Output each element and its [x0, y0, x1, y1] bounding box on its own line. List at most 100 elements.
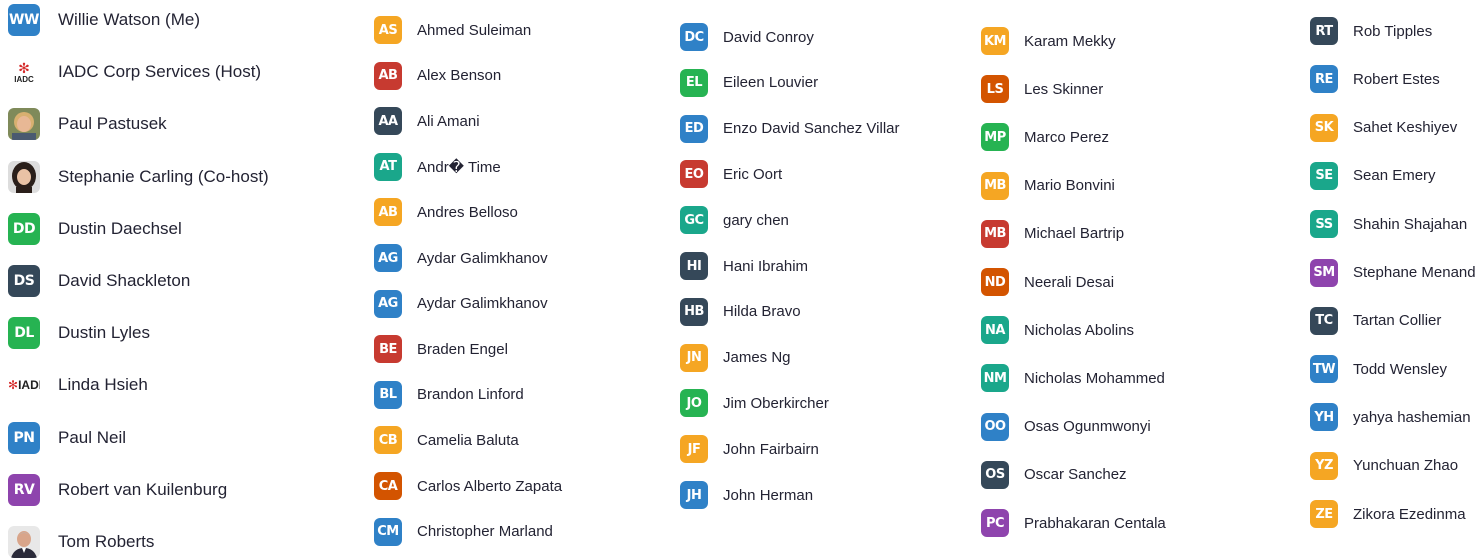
- participant-row[interactable]: KM Karam Mekky: [981, 27, 1116, 55]
- participant-row[interactable]: SK Sahet Keshiyev: [1310, 113, 1457, 142]
- participant-row[interactable]: MB Michael Bartrip: [981, 219, 1125, 248]
- participant-row[interactable]: AB Andres Belloso: [374, 198, 518, 227]
- participant-row[interactable]: SS Shahin Shajahan: [1310, 210, 1468, 239]
- participant-row[interactable]: YH yahya hashemian: [1310, 403, 1471, 432]
- participant-name: Dustin Lyles: [58, 323, 150, 343]
- participant-row[interactable]: NM Nicholas Mohammed: [981, 364, 1165, 393]
- participant-row[interactable]: ZE Zikora Ezedinma: [1310, 500, 1466, 528]
- participant-name: Aydar Galimkhanov: [417, 249, 548, 267]
- participant-row[interactable]: RV Robert van Kuilenburg: [8, 473, 228, 506]
- participant-row[interactable]: CM Christopher Marland: [374, 517, 553, 546]
- participant-name: Les Skinner: [1024, 80, 1104, 98]
- avatar-initials: SE: [1310, 161, 1338, 190]
- participant-row[interactable]: DD Dustin Daechsel: [8, 212, 182, 245]
- avatar-initials: YH: [1310, 403, 1338, 432]
- avatar-initials: JF: [680, 435, 708, 464]
- avatar-initials: TC: [1310, 306, 1338, 335]
- participant-row[interactable]: PN Paul Neil: [8, 421, 126, 454]
- avatar-initials: AS: [374, 16, 402, 44]
- participant-name: Shahin Shajahan: [1353, 215, 1468, 233]
- participant-name: Christopher Marland: [417, 523, 553, 541]
- participant-row[interactable]: CA Carlos Alberto Zapata: [374, 472, 562, 500]
- participant-row[interactable]: ✻ IADC IADC Corp Services (Host): [8, 56, 261, 88]
- participant-row[interactable]: AT Andr� Time: [374, 152, 501, 181]
- participant-row[interactable]: SM Stephane Menand: [1310, 258, 1476, 287]
- participant-row[interactable]: SE Sean Emery: [1310, 161, 1436, 190]
- participant-row[interactable]: ✻ IADI Linda Hsieh: [8, 369, 148, 401]
- participant-name: James Ng: [723, 349, 791, 367]
- participant-row[interactable]: MB Mario Bonvini: [981, 171, 1115, 200]
- participant-row[interactable]: OS Oscar Sanchez: [981, 460, 1127, 489]
- avatar-initials: JO: [680, 389, 708, 418]
- participant-row[interactable]: MP Marco Perez: [981, 123, 1110, 152]
- participant-name: Michael Bartrip: [1024, 225, 1125, 243]
- participant-row[interactable]: JF John Fairbairn: [680, 435, 819, 464]
- participant-row[interactable]: Stephanie Carling (Co-host): [8, 160, 269, 193]
- participant-name: Tartan Collier: [1353, 312, 1442, 330]
- participant-name: Marco Perez: [1024, 128, 1110, 146]
- participant-row[interactable]: BL Brandon Linford: [374, 380, 524, 409]
- participant-row[interactable]: TC Tartan Collier: [1310, 306, 1442, 335]
- participant-name: Stephanie Carling (Co-host): [58, 166, 269, 186]
- avatar-initials: EL: [680, 68, 708, 97]
- participant-row[interactable]: ED Enzo David Sanchez Villar: [680, 114, 899, 143]
- participant-name: Robert van Kuilenburg: [58, 479, 228, 499]
- asterisk-icon: ✻: [8, 378, 19, 393]
- participant-row[interactable]: Tom Roberts: [8, 526, 154, 558]
- participant-row[interactable]: TW Todd Wensley: [1310, 355, 1447, 384]
- participant-row[interactable]: ND Neerali Desai: [981, 268, 1114, 296]
- participant-row[interactable]: RT Rob Tipples: [1310, 17, 1432, 45]
- participant-row[interactable]: EL Eileen Louvier: [680, 68, 818, 97]
- participant-row[interactable]: AS Ahmed Suleiman: [374, 16, 531, 44]
- participant-name: Sean Emery: [1353, 167, 1436, 185]
- participant-name: Braden Engel: [417, 340, 508, 358]
- participant-row[interactable]: AG Aydar Galimkhanov: [374, 289, 548, 318]
- participant-name: Neerali Desai: [1024, 273, 1115, 291]
- logo-text: IADC: [14, 74, 34, 84]
- participant-row[interactable]: YZ Yunchuan Zhao: [1310, 451, 1458, 480]
- participant-row[interactable]: PC Prabhakaran Centala: [981, 509, 1166, 537]
- avatar-initials: CM: [374, 517, 402, 546]
- participant-name: Robert Estes: [1353, 70, 1440, 88]
- logo-text: IADI: [18, 378, 40, 393]
- avatar-initials: OO: [981, 412, 1009, 441]
- participant-row[interactable]: RE Robert Estes: [1310, 65, 1440, 94]
- participant-row[interactable]: CB Camelia Baluta: [374, 426, 519, 455]
- participant-row[interactable]: EO Eric Oort: [680, 160, 782, 189]
- participant-row[interactable]: Paul Pastusek: [8, 108, 167, 141]
- avatar-initials: PN: [8, 421, 40, 454]
- avatar-initials: HI: [680, 252, 708, 280]
- participant-row[interactable]: BE Braden Engel: [374, 335, 508, 364]
- participant-name: Karam Mekky: [1024, 32, 1116, 50]
- avatar-initials: JN: [680, 343, 708, 372]
- participant-row[interactable]: AA Ali Amani: [374, 107, 480, 136]
- participant-name: Alex Benson: [417, 67, 502, 85]
- participant-row[interactable]: DC David Conroy: [680, 23, 814, 51]
- participant-row[interactable]: NA Nicholas Abolins: [981, 316, 1134, 345]
- participant-row[interactable]: DL Dustin Lyles: [8, 317, 150, 350]
- avatar-initials: BL: [374, 380, 402, 409]
- participant-row[interactable]: DS David Shackleton: [8, 265, 190, 297]
- participant-row[interactable]: JN James Ng: [680, 343, 791, 372]
- participant-row[interactable]: GC gary chen: [680, 206, 789, 235]
- participant-row[interactable]: AG Aydar Galimkhanov: [374, 244, 548, 272]
- avatar-initials: LS: [981, 75, 1009, 104]
- participant-row[interactable]: HI Hani Ibrahim: [680, 252, 808, 280]
- participant-row[interactable]: WW Willie Watson (Me): [8, 4, 200, 36]
- participant-row[interactable]: JO Jim Oberkircher: [680, 389, 829, 418]
- avatar-photo: [8, 160, 40, 193]
- iadc-logo-icon: ✻ IADC: [8, 56, 40, 88]
- avatar-initials: RT: [1310, 17, 1338, 45]
- participant-row[interactable]: AB Alex Benson: [374, 61, 502, 90]
- avatar-initials: JH: [680, 481, 708, 509]
- participant-row[interactable]: OO Osas Ogunmwonyi: [981, 412, 1151, 441]
- participant-name: Jim Oberkircher: [723, 394, 829, 412]
- avatar-initials: MB: [981, 219, 1009, 248]
- participant-row[interactable]: HB Hilda Bravo: [680, 297, 801, 326]
- participant-name: Osas Ogunmwonyi: [1024, 418, 1151, 436]
- participant-row[interactable]: JH John Herman: [680, 481, 813, 509]
- avatar-initials: AA: [374, 107, 402, 136]
- participant-name: yahya hashemian: [1353, 408, 1471, 426]
- participant-name: Carlos Alberto Zapata: [417, 477, 563, 495]
- participant-row[interactable]: LS Les Skinner: [981, 75, 1104, 104]
